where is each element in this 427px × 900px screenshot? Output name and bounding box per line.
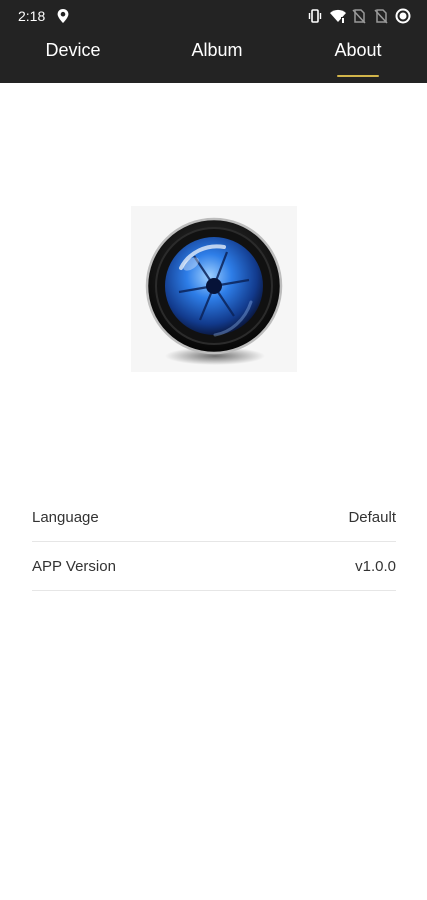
status-time: 2:18	[18, 8, 46, 24]
app-version-label: APP Version	[32, 558, 116, 575]
tab-device[interactable]: Device	[23, 25, 123, 75]
app-version-value: v1.0.0	[355, 558, 396, 575]
tab-about[interactable]: About	[308, 25, 408, 75]
wifi-icon	[329, 8, 346, 24]
location-pin-icon	[56, 8, 70, 24]
app-screen: 2:18 Device Album About Language Default…	[0, 0, 427, 900]
about-info-list: Language Default APP Version v1.0.0	[32, 493, 396, 591]
language-label: Language	[32, 509, 99, 526]
tab-bar: Device Album About	[0, 33, 427, 83]
camera-lens-icon	[145, 217, 283, 365]
app-logo	[131, 206, 297, 372]
record-icon	[395, 8, 411, 24]
active-tab-indicator	[337, 75, 379, 77]
status-icons	[307, 7, 411, 25]
language-row[interactable]: Language Default	[32, 493, 396, 542]
language-value: Default	[348, 509, 396, 526]
tab-album[interactable]: Album	[167, 25, 267, 75]
no-sim-icon	[351, 8, 367, 24]
top-bar: 2:18 Device Album About	[0, 0, 427, 83]
vibrate-icon	[307, 8, 323, 24]
no-sim-icon	[373, 8, 389, 24]
app-version-row: APP Version v1.0.0	[32, 542, 396, 591]
